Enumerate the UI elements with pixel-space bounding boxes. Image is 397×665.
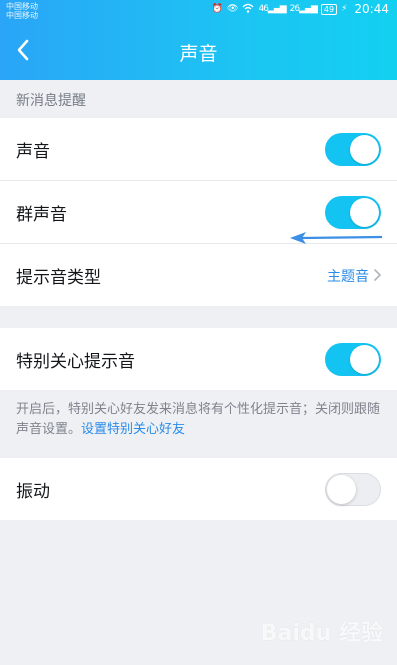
status-bar: 中国移动 中国移动 ⏰ 👁 46▂▄▆ 26▂▄▆ 49 ⚡ 20:44 (0, 0, 397, 22)
alert-type-row[interactable]: 提示音类型 主题音 (0, 244, 397, 306)
carrier-1: 中国移动 (6, 2, 38, 11)
alert-type-value: 主题音 (327, 269, 369, 285)
watermark: Baidu 经验 (260, 621, 383, 646)
alarm-icon: ⏰ (211, 4, 224, 14)
sound-row: 声音 (0, 118, 397, 181)
message-alert-group: 声音 群声音 提示音类型 主题音 (0, 118, 397, 306)
special-care-hint: 开启后，特别关心好友发来消息将有个性化提示音；关闭则跟随声音设置。设置特别关心好… (16, 400, 386, 440)
group-sound-toggle[interactable] (325, 196, 381, 229)
carrier-2: 中国移动 (6, 11, 38, 20)
battery-icon: 49 (320, 4, 338, 15)
toggle-knob (350, 135, 379, 164)
signal-1: 46▂▄▆ (258, 4, 286, 14)
page-title: 声音 (179, 43, 218, 65)
annotation-arrow-icon (290, 232, 383, 244)
hint-text: 开启后，特别关心好友发来消息将有个性化提示音；关闭则跟随声音设置。 (16, 402, 381, 437)
toggle-knob (350, 345, 379, 374)
charging-icon: ⚡ (341, 4, 348, 14)
special-care-row: 特别关心提示音 (0, 328, 397, 390)
signal-1-label: 46 (258, 4, 269, 14)
sound-label: 声音 (16, 142, 50, 162)
nav-bar: 声音 (0, 22, 397, 80)
signal-2: 26▂▄▆ (289, 4, 318, 14)
special-care-label: 特别关心提示音 (16, 352, 135, 372)
vibrate-toggle[interactable] (325, 473, 381, 506)
special-care-toggle[interactable] (325, 343, 381, 376)
carrier-info: 中国移动 中国移动 (6, 2, 38, 20)
vibrate-label: 振动 (16, 482, 50, 502)
special-care-group: 特别关心提示音 (0, 328, 397, 390)
group-sound-label: 群声音 (16, 205, 67, 225)
signal-2-label: 26 (289, 4, 301, 14)
status-time: 20:44 (354, 2, 389, 16)
toggle-knob (350, 198, 379, 227)
alert-type-label: 提示音类型 (16, 268, 101, 288)
section-title: 新消息提醒 (16, 93, 86, 109)
vibrate-group: 振动 (0, 458, 397, 520)
toggle-knob (327, 475, 356, 504)
wifi-icon (242, 3, 254, 16)
status-icons: ⏰ 👁 46▂▄▆ 26▂▄▆ 49 ⚡ 20:44 (212, 3, 389, 16)
chevron-right-icon (374, 269, 382, 281)
sound-toggle[interactable] (325, 133, 381, 166)
set-special-friends-link[interactable]: 设置特别关心好友 (81, 422, 185, 437)
eye-icon: 👁 (227, 4, 239, 14)
vibrate-row: 振动 (0, 458, 397, 520)
header-bar: 中国移动 中国移动 ⏰ 👁 46▂▄▆ 26▂▄▆ 49 ⚡ 20:44 声音 (0, 0, 397, 80)
